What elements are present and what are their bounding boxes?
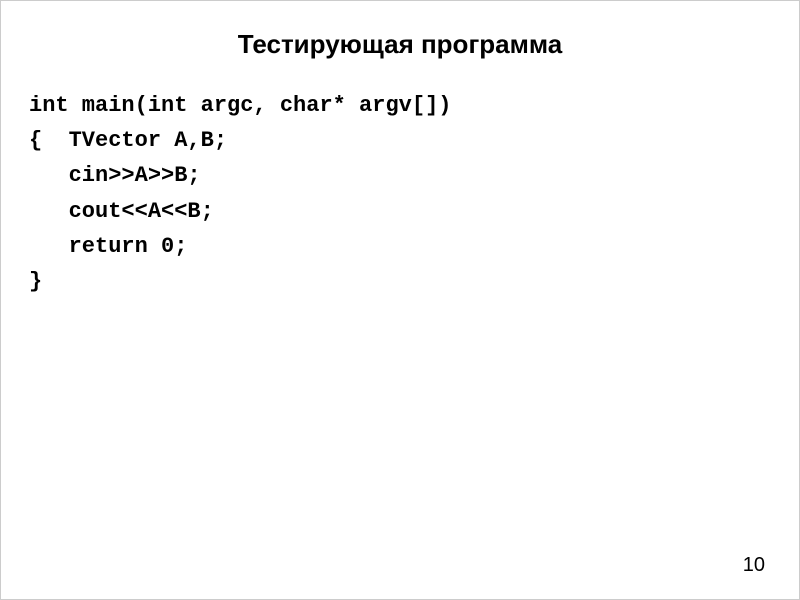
code-line: }	[29, 264, 775, 299]
code-line: cout<<A<<B;	[29, 194, 775, 229]
slide-container: Тестирующая программа int main(int argc,…	[1, 1, 799, 599]
code-line: return 0;	[29, 229, 775, 264]
code-line: int main(int argc, char* argv[])	[29, 88, 775, 123]
code-line: { TVector A,B;	[29, 123, 775, 158]
code-block: int main(int argc, char* argv[]) { TVect…	[25, 88, 775, 299]
code-line: cin>>A>>B;	[29, 158, 775, 193]
page-number: 10	[743, 554, 765, 577]
slide-title: Тестирующая программа	[25, 29, 775, 60]
